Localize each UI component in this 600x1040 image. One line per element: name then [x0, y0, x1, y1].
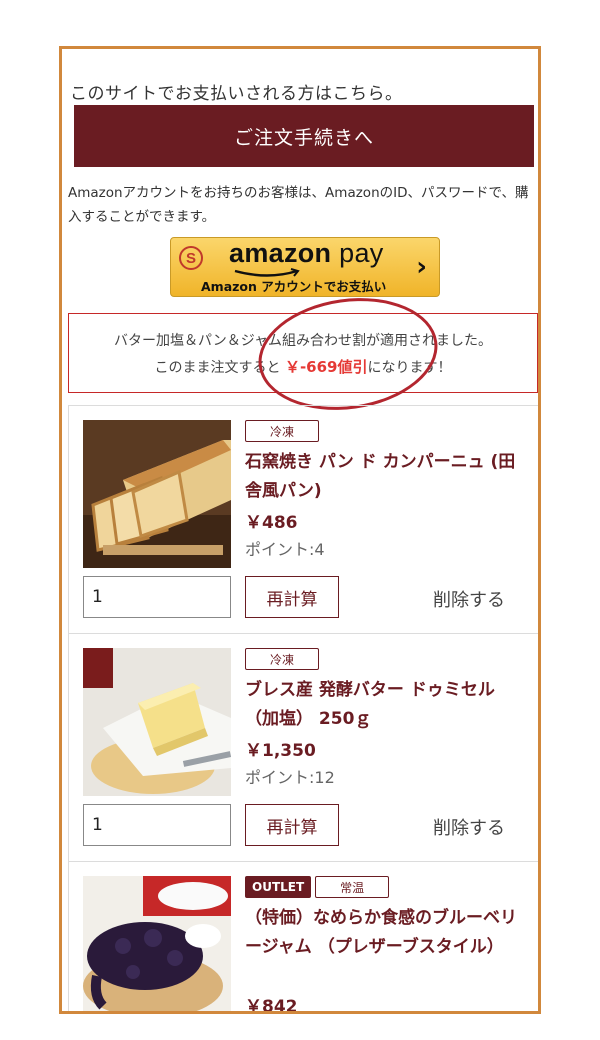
amazon-pay-subtitle: Amazon アカウントでお支払い: [201, 279, 387, 294]
item-tags: 冷凍: [245, 420, 320, 442]
product-price: ￥1,350: [245, 741, 316, 761]
chevron-right-icon: ›: [416, 252, 427, 282]
item-tags: 冷凍: [245, 648, 320, 670]
promo-line2: このまま注文すると ￥-669値引になります！: [69, 354, 537, 381]
storage-tag: 常温: [315, 876, 390, 898]
recalc-button[interactable]: 再計算: [245, 804, 339, 846]
product-name[interactable]: （特価）なめらか食感のブルーベリージャム （プレザーブスタイル）: [245, 904, 525, 962]
storage-tag: 冷凍: [245, 648, 320, 670]
amazon-pay-button[interactable]: S amazon pay Amazon アカウントでお支払い ›: [170, 237, 440, 297]
pay-wordmark: pay: [339, 238, 384, 268]
cart-frame: このサイトでお支払いされる方はこちら。 ご注文手続きへ Amazonアカウントを…: [59, 46, 541, 1014]
product-image-jam[interactable]: [83, 876, 231, 1011]
product-price: ￥486: [245, 513, 298, 533]
delete-link[interactable]: 削除する: [433, 814, 505, 840]
amazon-wordmark: amazon: [229, 238, 332, 268]
discount-amount: ￥-669値引: [284, 358, 368, 376]
product-image-bread[interactable]: [83, 420, 231, 568]
checkout-button[interactable]: ご注文手続きへ: [74, 105, 534, 167]
quantity-input[interactable]: 1: [83, 576, 231, 618]
promo-line2-post: になります！: [367, 360, 452, 376]
amazon-note: Amazonアカウントをお持ちのお客様は、AmazonのID、パスワードで、購入…: [68, 185, 529, 225]
cart-list: 冷凍 石窯焼き パン ド カンパーニュ (田舎風パン) ￥486 ポイント:4 …: [68, 405, 538, 1014]
storage-tag: 冷凍: [245, 420, 320, 442]
amazon-pay-logo: amazon pay: [229, 238, 384, 269]
item-tags: OUTLET 常温: [245, 876, 390, 898]
product-price: ￥842: [245, 997, 298, 1014]
promo-banner: バター加塩＆パン＆ジャム組み合わせ割が適用されました。 このまま注文すると ￥-…: [68, 313, 538, 393]
promo-line2-pre: このまま注文すると: [154, 360, 285, 376]
product-points: ポイント:12: [245, 768, 335, 787]
amazon-coin-icon: S: [179, 246, 203, 270]
product-points: ポイント:4: [245, 540, 325, 559]
outlet-tag: OUTLET: [245, 876, 312, 898]
product-image-butter[interactable]: [83, 648, 231, 796]
promo-line1: バター加塩＆パン＆ジャム組み合わせ割が適用されました。: [114, 333, 492, 349]
product-name[interactable]: ブレス産 発酵バター ドゥミセル （加塩） 250ｇ: [245, 676, 525, 734]
quantity-input[interactable]: 1: [83, 804, 231, 846]
delete-link[interactable]: 削除する: [433, 586, 505, 612]
intro-text: このサイトでお支払いされる方はこちら。: [70, 84, 403, 104]
recalc-button[interactable]: 再計算: [245, 576, 339, 618]
cart-item: 冷凍 ブレス産 発酵バター ドゥミセル （加塩） 250ｇ ￥1,350 ポイン…: [69, 634, 538, 862]
cart-item: OUTLET 常温 （特価）なめらか食感のブルーベリージャム （プレザーブスタイ…: [69, 862, 538, 1014]
cart-item: 冷凍 石窯焼き パン ド カンパーニュ (田舎風パン) ￥486 ポイント:4 …: [69, 406, 538, 634]
product-name[interactable]: 石窯焼き パン ド カンパーニュ (田舎風パン): [245, 448, 525, 506]
